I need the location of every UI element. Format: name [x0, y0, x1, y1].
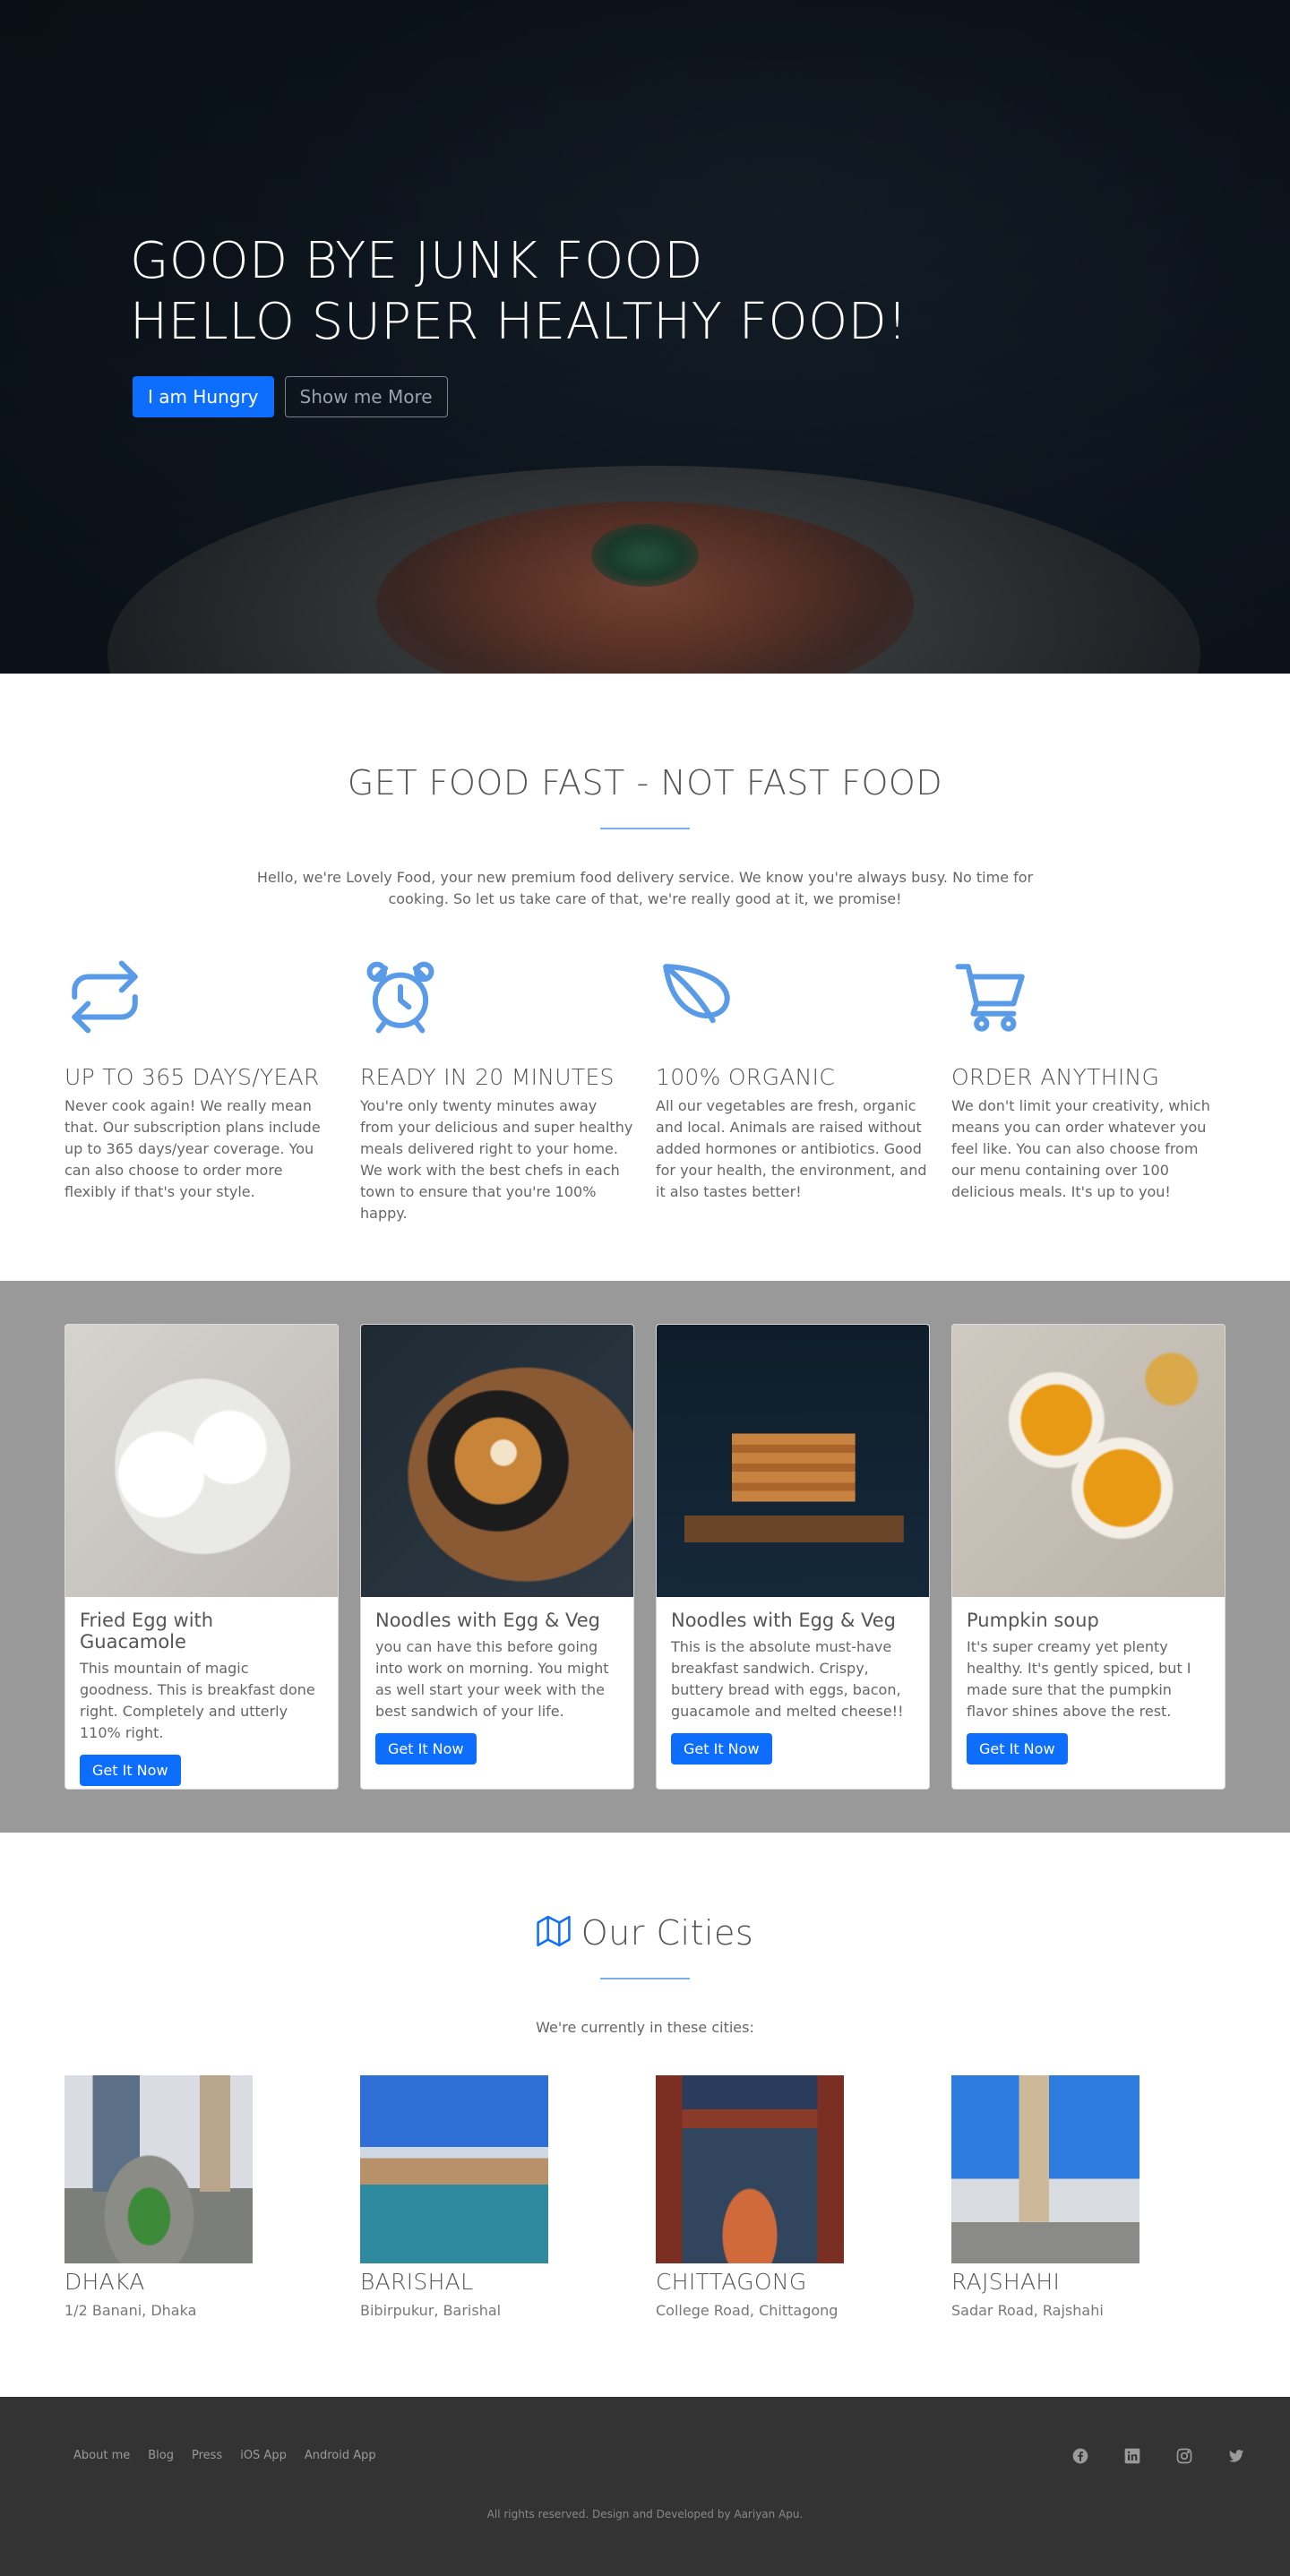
- linkedin-icon[interactable]: [1123, 2447, 1141, 2465]
- cities-title: Our Cities: [580, 1913, 754, 1953]
- features-section: GET FOOD FAST - NOT FAST FOOD Hello, we'…: [0, 674, 1290, 1281]
- meal-title: Noodles with Egg & Veg: [375, 1610, 600, 1631]
- feature-item: READY IN 20 MINUTES You're only twenty m…: [360, 957, 656, 1224]
- city-name: RAJSHAHI: [951, 2269, 1061, 2295]
- hero-section: GOOD BYE JUNK FOOD HELLO SUPER HEALTHY F…: [0, 0, 1290, 674]
- footer-link-ios[interactable]: iOS App: [240, 2449, 287, 2462]
- meal-title: Noodles with Egg & Veg: [671, 1610, 896, 1631]
- footer: About me Blog Press iOS App Android App …: [0, 2397, 1290, 2576]
- cities-heading: Our Cities: [0, 1913, 1290, 1953]
- city-grid: DHAKA 1/2 Banani, Dhaka BARISHAL Bibirpu…: [64, 2075, 1290, 2319]
- features-title: GET FOOD FAST - NOT FAST FOOD: [347, 763, 943, 803]
- hero-title-line1: GOOD BYE JUNK FOOD: [130, 232, 703, 290]
- hero-title-line2: HELLO SUPER HEALTHY FOOD!: [130, 293, 908, 351]
- get-it-now-button[interactable]: Get It Now: [80, 1755, 181, 1786]
- city-item: BARISHAL Bibirpukur, Barishal: [360, 2075, 656, 2319]
- feature-title: UP TO 365 DAYS/YEAR: [64, 1064, 320, 1090]
- pumpkin-soup-image: [952, 1325, 1225, 1597]
- cities-section: Our Cities We're currently in these citi…: [0, 1833, 1290, 2397]
- feature-text: We don't limit your creativity, which me…: [951, 1097, 1210, 1200]
- footer-link-press[interactable]: Press: [192, 2449, 222, 2462]
- city-name: BARISHAL: [360, 2269, 474, 2295]
- feature-title: ORDER ANYTHING: [951, 1064, 1160, 1090]
- features-intro: Hello, we're Lovely Food, your new premi…: [256, 869, 1034, 907]
- meal-grid: Fried Egg with Guacamole This mountain o…: [64, 1324, 1290, 1790]
- instagram-icon[interactable]: [1175, 2447, 1193, 2465]
- meal-text: It's super creamy yet plenty healthy. It…: [967, 1638, 1191, 1720]
- fried-egg-image: [65, 1325, 338, 1597]
- leaf-icon: [656, 957, 951, 1046]
- city-name: DHAKA: [64, 2269, 145, 2295]
- pancakes-image: [657, 1325, 929, 1597]
- meal-card: Pumpkin soup It's super creamy yet plent…: [951, 1324, 1226, 1790]
- map-icon: [537, 1914, 571, 1952]
- footer-link-blog[interactable]: Blog: [148, 2449, 174, 2462]
- feature-item: 100% ORGANIC All our vegetables are fres…: [656, 957, 951, 1224]
- city-address: Bibirpukur, Barishal: [360, 2302, 502, 2319]
- hero-title: GOOD BYE JUNK FOOD HELLO SUPER HEALTHY F…: [130, 231, 907, 353]
- meal-card: Noodles with Egg & Veg you can have this…: [360, 1324, 634, 1790]
- meal-card: Fried Egg with Guacamole This mountain o…: [64, 1324, 339, 1790]
- city-name: CHITTAGONG: [656, 2269, 807, 2295]
- dhaka-image: [64, 2075, 253, 2263]
- footer-nav: About me Blog Press iOS App Android App: [73, 2449, 376, 2462]
- feature-title: 100% ORGANIC: [656, 1064, 836, 1090]
- feature-text: You're only twenty minutes away from you…: [360, 1097, 633, 1222]
- title-divider: [600, 1978, 690, 1979]
- meal-card: Noodles with Egg & Veg This is the absol…: [656, 1324, 930, 1790]
- meal-text: This is the absolute must-have breakfast…: [671, 1638, 904, 1720]
- chittagong-image: [656, 2075, 844, 2263]
- hero-content: GOOD BYE JUNK FOOD HELLO SUPER HEALTHY F…: [130, 231, 907, 417]
- get-it-now-button[interactable]: Get It Now: [671, 1733, 772, 1765]
- feature-grid: UP TO 365 DAYS/YEAR Never cook again! We…: [64, 957, 1290, 1224]
- feature-text: Never cook again! We really mean that. O…: [64, 1097, 321, 1200]
- cart-icon: [951, 957, 1247, 1046]
- meals-section: Fried Egg with Guacamole This mountain o…: [0, 1281, 1290, 1833]
- city-address: Sadar Road, Rajshahi: [951, 2302, 1104, 2319]
- feature-text: All our vegetables are fresh, organic an…: [656, 1097, 927, 1200]
- social-links: [1071, 2447, 1245, 2465]
- city-address: 1/2 Banani, Dhaka: [64, 2302, 197, 2319]
- meal-text: you can have this before going into work…: [375, 1638, 609, 1720]
- noodles-image: [361, 1325, 633, 1597]
- cities-intro: We're currently in these cities:: [536, 2019, 754, 2036]
- facebook-icon[interactable]: [1071, 2447, 1089, 2465]
- hero-buttons: I am Hungry Show me More: [133, 376, 907, 417]
- get-it-now-button[interactable]: Get It Now: [375, 1733, 477, 1765]
- hungry-button[interactable]: I am Hungry: [133, 376, 274, 417]
- rajshahi-image: [951, 2075, 1140, 2263]
- meal-text: This mountain of magic goodness. This is…: [80, 1660, 315, 1741]
- meal-title: Fried Egg with Guacamole: [80, 1610, 214, 1653]
- city-address: College Road, Chittagong: [656, 2302, 838, 2319]
- feature-item: UP TO 365 DAYS/YEAR Never cook again! We…: [64, 957, 360, 1224]
- show-more-button[interactable]: Show me More: [284, 376, 448, 417]
- barishal-image: [360, 2075, 548, 2263]
- alarm-clock-icon: [360, 957, 656, 1046]
- city-item: DHAKA 1/2 Banani, Dhaka: [64, 2075, 360, 2319]
- title-divider: [600, 828, 690, 829]
- meal-title: Pumpkin soup: [967, 1610, 1099, 1631]
- feature-item: ORDER ANYTHING We don't limit your creat…: [951, 957, 1247, 1224]
- city-item: RAJSHAHI Sadar Road, Rajshahi: [951, 2075, 1247, 2319]
- copyright-text: All rights reserved. Design and Develope…: [486, 2508, 804, 2520]
- twitter-icon[interactable]: [1227, 2447, 1245, 2465]
- city-item: CHITTAGONG College Road, Chittagong: [656, 2075, 951, 2319]
- repeat-icon: [64, 957, 360, 1046]
- footer-link-android[interactable]: Android App: [305, 2449, 376, 2462]
- feature-title: READY IN 20 MINUTES: [360, 1064, 615, 1090]
- footer-link-about[interactable]: About me: [73, 2449, 130, 2462]
- get-it-now-button[interactable]: Get It Now: [967, 1733, 1068, 1765]
